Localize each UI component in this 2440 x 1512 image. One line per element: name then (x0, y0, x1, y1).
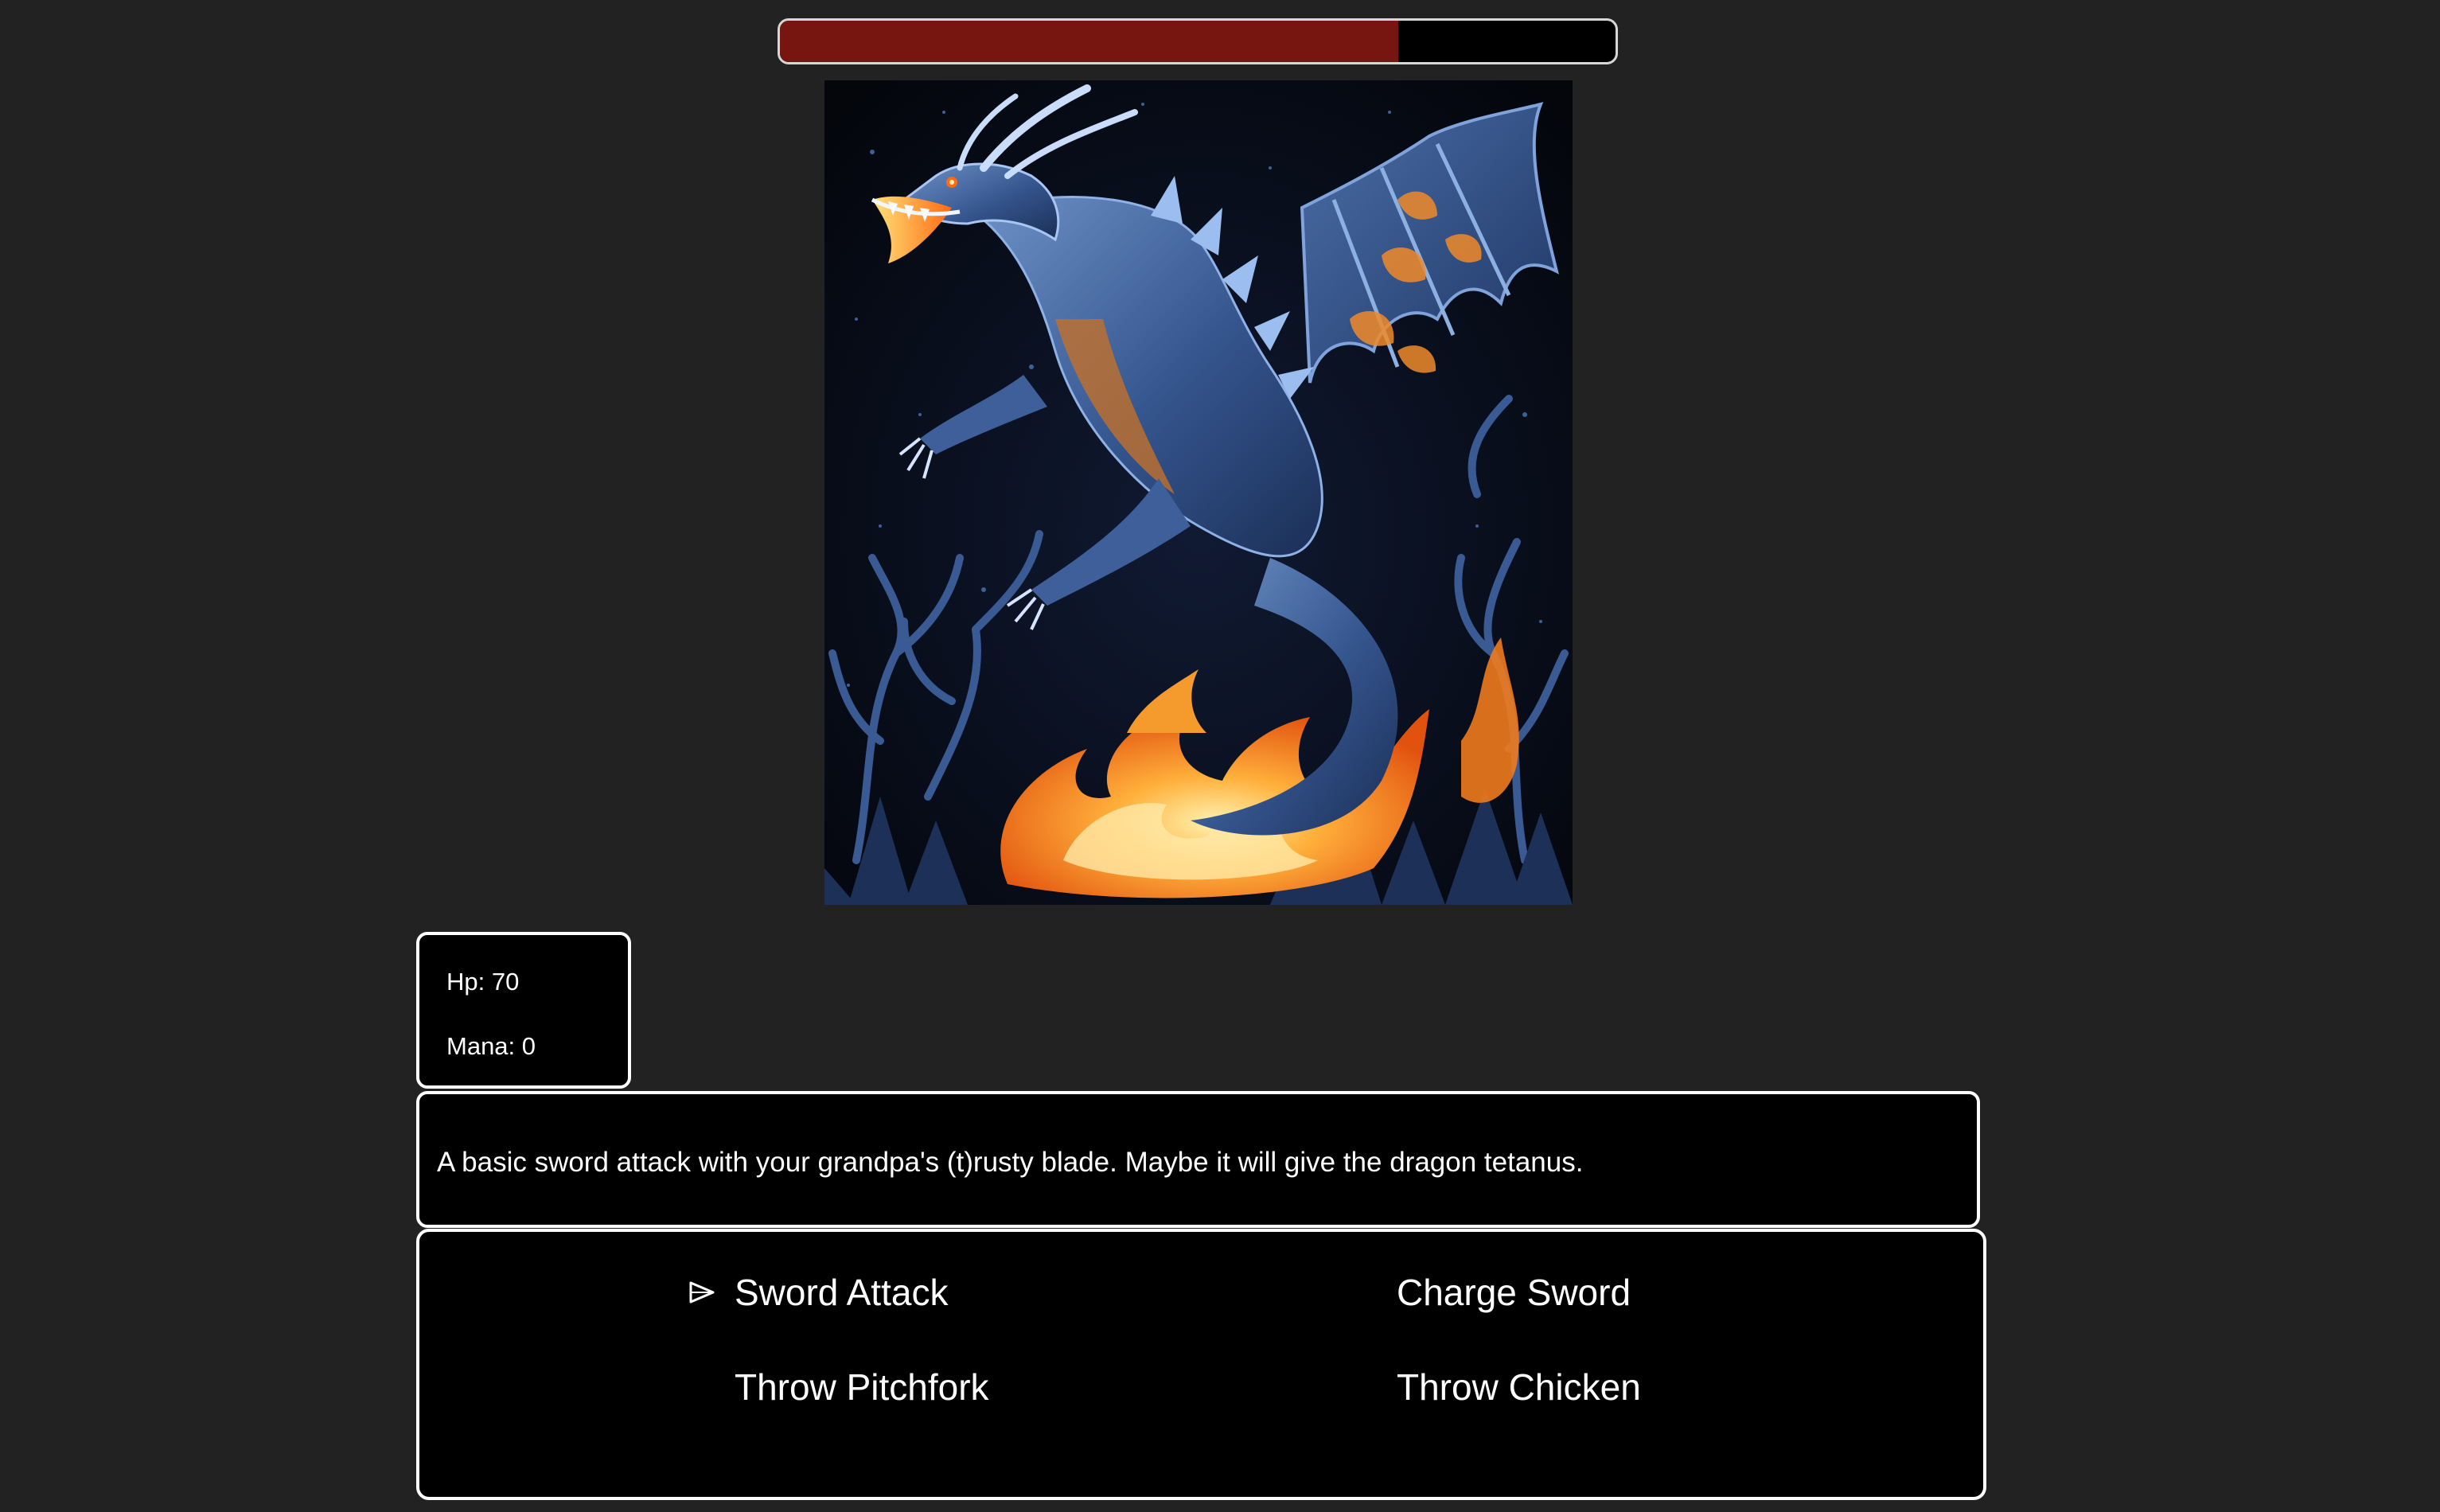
action-menu: Sword Attack Charge Sword Throw Pitchfor… (416, 1229, 1986, 1500)
menu-item-charge-sword[interactable]: Charge Sword (1397, 1271, 1631, 1314)
menu-item-sword-attack[interactable]: Sword Attack (735, 1271, 948, 1314)
dragon-image (824, 80, 1573, 905)
menu-item-throw-chicken[interactable]: Throw Chicken (1397, 1366, 1641, 1409)
mana-value: Mana: 0 (446, 1032, 536, 1060)
enemy-health-fill (780, 21, 1398, 62)
player-stats-panel: Hp: 70 Mana: 0 (416, 932, 631, 1089)
menu-item-throw-pitchfork[interactable]: Throw Pitchfork (735, 1366, 989, 1409)
enemy-health-bar (778, 18, 1618, 64)
triangle-right-icon (689, 1281, 715, 1304)
move-description-text: A basic sword attack with your grandpa's… (437, 1147, 1584, 1178)
move-description-panel: A basic sword attack with your grandpa's… (416, 1091, 1980, 1228)
hp-value: Hp: 70 (446, 968, 520, 996)
